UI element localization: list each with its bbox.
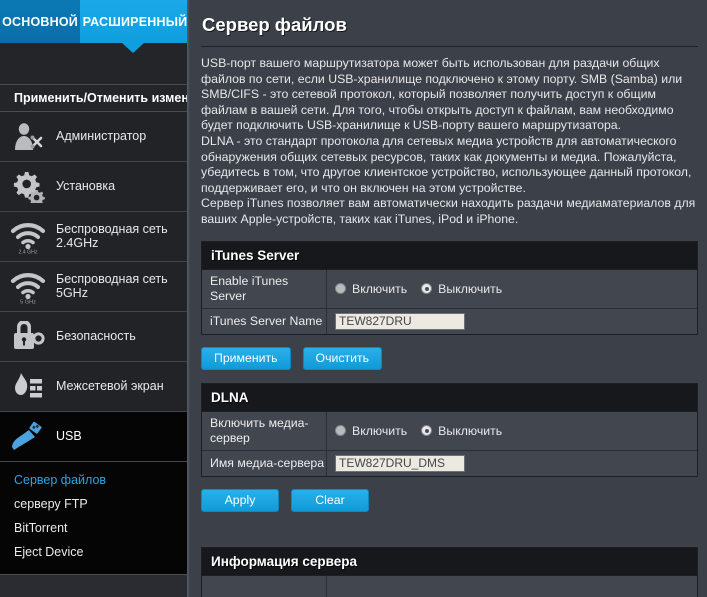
submenu-item-ftp-server-label: серверу FTP [14,497,88,511]
dlna-panel: DLNA Включить медиа-сервер Включить Выкл… [201,382,698,477]
sidebar-item-firewall-label: Межсетевой экран [56,378,164,393]
usb-submenu: Сервер файлов серверу FTP BitTorrent Eje… [0,462,190,575]
server-info-label [202,575,327,597]
dlna-enable-radio-on-label: Включить [352,423,408,438]
sidebar-filler [0,575,190,597]
dlna-enable-radio-group: Включить Выключить [335,424,502,438]
sidebar-item-wireless-24[interactable]: 2.4 GHz Беспроводная сеть 2.4GHz [0,212,190,262]
radio-on-icon[interactable] [335,283,346,295]
dlna-name-label: Имя медиа-сервера [202,450,327,476]
tab-basic-label: ОСНОВНОЙ [2,14,78,29]
usb-icon [0,421,56,453]
itunes-server-name-input[interactable] [335,312,465,330]
intro-paragraph-1: USB-порт вашего маршрутизатора может быт… [201,56,683,133]
submenu-item-eject-device[interactable]: Eject Device [0,540,190,564]
radio-on-icon[interactable] [335,425,346,437]
itunes-server-panel-title: iTunes Server [202,241,697,270]
wifi-5ghz-icon: 5 GHz [0,270,56,304]
sidebar-item-security[interactable]: Безопасность [0,312,190,362]
sidebar-item-usb-label: USB [56,428,82,443]
dlna-media-server-name-input[interactable] [335,454,465,472]
dlna-enable-radio-on[interactable]: Включить [335,424,407,438]
itunes-enable-radio-off-label: Выключить [438,281,503,296]
itunes-enable-label: Enable iTunes Server [202,269,327,308]
sidebar-item-administrator-label: Администратор [56,128,147,143]
submenu-item-eject-device-label: Eject Device [14,545,84,559]
server-info-panel: Информация сервера [201,546,698,597]
dlna-enable-radio-off-label: Выключить [438,423,503,438]
intro-paragraph-3: Сервер iTunes позволяет вам автоматическ… [201,196,696,226]
sidebar-item-administrator[interactable]: Администратор [0,112,190,162]
sidebar-item-wireless-5[interactable]: 5 GHz Беспроводная сеть 5GHz [0,262,190,312]
active-tab-notch-icon [122,43,144,53]
dlna-name-row: Имя медиа-сервера [202,450,697,476]
itunes-enable-radio-on[interactable]: Включить [335,282,407,296]
sidebar-item-wireless-24-label: Беспроводная сеть 2.4GHz [56,221,168,250]
gear-icon [0,171,56,203]
dlna-button-row: Apply Clear [201,488,698,512]
submenu-item-bittorrent-label: BitTorrent [14,521,68,535]
administrator-icon [0,122,56,152]
firewall-flame-icon [0,371,56,403]
sidebar: ОСНОВНОЙ РАСШИРЕННЫЙ Применить/Отменить … [0,0,218,597]
apply-cancel-changes-button[interactable]: Применить/Отменить изменения [0,85,218,112]
sidebar-spacer [0,43,190,85]
tab-advanced-label: РАСШИРЕННЫЙ [82,14,188,29]
server-info-panel-title: Информация сервера [202,547,697,576]
tab-advanced[interactable]: РАСШИРЕННЫЙ [80,0,190,43]
sidebar-item-wireless-5-label: Беспроводная сеть 5GHz [56,271,168,300]
sidebar-item-setup[interactable]: Установка [0,162,190,212]
radio-off-icon[interactable] [421,425,433,437]
radio-off-icon[interactable] [421,283,433,295]
lock-key-icon [0,320,56,353]
dlna-name-value [327,450,697,476]
svg-text:2.4 GHz: 2.4 GHz [18,249,37,254]
dlna-clear-button[interactable]: Clear [291,488,369,512]
intro-text: USB-порт вашего маршрутизатора может быт… [201,56,698,228]
itunes-clear-button[interactable]: Очистить [302,346,383,370]
itunes-name-value [327,308,697,334]
router-admin-page: ОСНОВНОЙ РАСШИРЕННЫЙ Применить/Отменить … [0,0,707,597]
itunes-server-panel: iTunes Server Enable iTunes Server Включ… [201,240,698,335]
sidebar-item-usb[interactable]: USB [0,412,203,462]
sidebar-item-setup-label: Установка [56,178,116,193]
dlna-enable-value: Включить Выключить [327,411,697,450]
intro-paragraph-2: DLNA - это стандарт протокола для сетевы… [201,133,692,195]
dlna-panel-title: DLNA [202,383,697,412]
main-content: Сервер файлов USB-порт вашего маршрутиза… [190,0,707,597]
sidebar-item-firewall[interactable]: Межсетевой экран [0,362,190,412]
submenu-item-file-server-label: Сервер файлов [14,473,107,487]
submenu-item-file-server[interactable]: Сервер файлов [0,468,190,492]
itunes-enable-radio-off[interactable]: Выключить [421,282,502,296]
itunes-enable-value: Включить Выключить [327,269,697,308]
sidebar-item-security-label: Безопасность [56,328,136,343]
itunes-name-label: iTunes Server Name [202,308,327,334]
svg-text:5 GHz: 5 GHz [20,299,36,304]
top-tabs: ОСНОВНОЙ РАСШИРЕННЫЙ [0,0,190,53]
itunes-name-row: iTunes Server Name [202,308,697,334]
dlna-enable-label: Включить медиа-сервер [202,411,327,450]
tab-basic[interactable]: ОСНОВНОЙ [0,0,80,43]
server-info-value [327,575,697,597]
itunes-enable-radio-on-label: Включить [352,281,408,296]
page-title: Сервер файлов [202,14,347,35]
dlna-enable-row: Включить медиа-сервер Включить Выключить [202,411,697,451]
title-divider [201,46,698,47]
server-info-row [202,575,697,597]
dlna-enable-radio-off[interactable]: Выключить [421,424,502,438]
itunes-apply-button[interactable]: Применить [201,346,291,370]
wifi-24ghz-icon: 2.4 GHz [0,220,56,254]
submenu-item-ftp-server[interactable]: серверу FTP [0,492,190,516]
itunes-enable-row: Enable iTunes Server Включить Выключить [202,269,697,309]
itunes-enable-radio-group: Включить Выключить [335,282,502,296]
submenu-item-bittorrent[interactable]: BitTorrent [0,516,190,540]
itunes-button-row: Применить Очистить [201,346,698,370]
dlna-apply-button[interactable]: Apply [201,488,279,512]
